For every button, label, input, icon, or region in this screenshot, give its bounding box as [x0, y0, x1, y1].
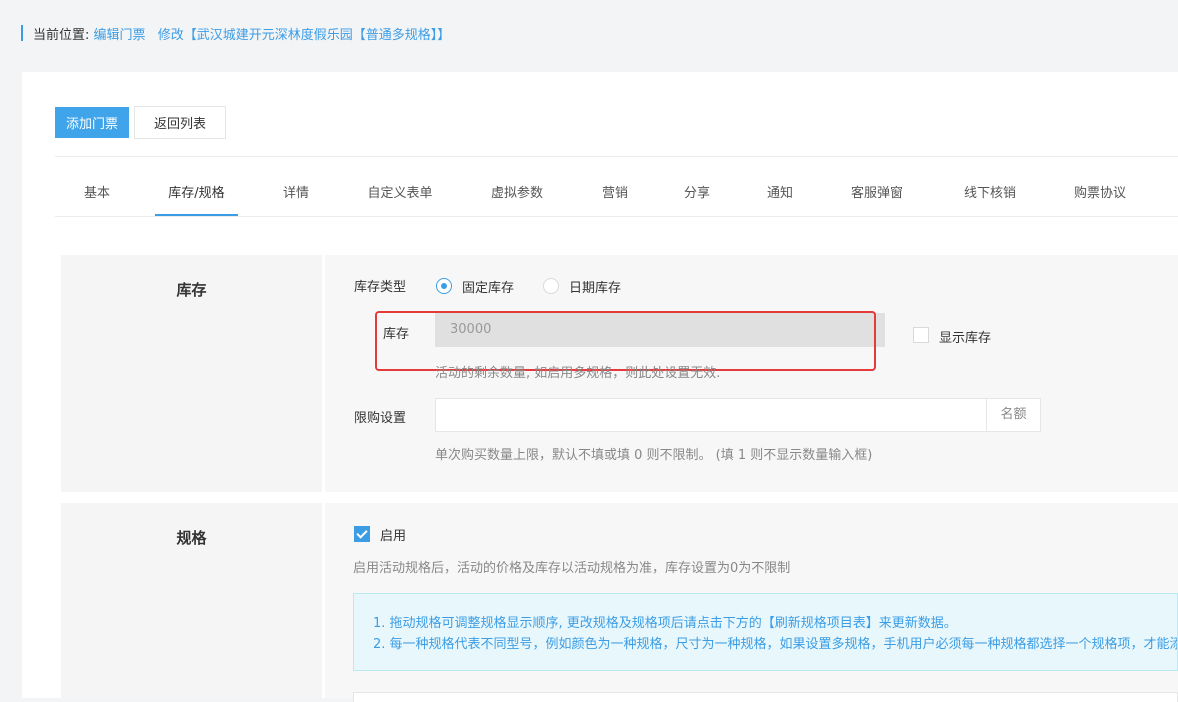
breadcrumb-current[interactable]: 修改【武汉城建开元深林度假乐园【普通多规格】】 — [158, 28, 451, 43]
tab-details[interactable]: 详情 — [268, 172, 324, 214]
back-to-list-button[interactable]: 返回列表 — [134, 106, 226, 139]
tab-bar: 基本 库存/规格 详情 自定义表单 虚拟参数 营销 分享 通知 客服弹窗 线下核… — [55, 172, 1178, 217]
purchase-limit-hint: 单次购买数量上限，默认不填或填 0 则不限制。 (填 1 则不显示数量输入框) — [435, 448, 873, 463]
stock-section-title: 库存 — [176, 281, 207, 299]
spec-note-2: 2. 每一种规格代表不同型号，例如颜色为一种规格，尺寸为一种规格，如果设置多规格… — [373, 637, 1177, 652]
show-stock-checkbox[interactable] — [913, 327, 929, 343]
tab-notify[interactable]: 通知 — [752, 172, 808, 214]
date-stock-label[interactable]: 日期库存 — [569, 277, 621, 296]
stock-section-header: 库存 — [61, 255, 322, 492]
stock-hint: 活动的剩余数量, 如启用多规格，则此处设置无效. — [435, 366, 721, 381]
tab-marketing[interactable]: 营销 — [587, 172, 643, 214]
radio-date-stock[interactable] — [543, 278, 559, 294]
purchase-limit-label: 限购设置 — [354, 411, 407, 426]
spec-note-1: 1. 拖动规格可调整规格显示顺序, 更改规格及规格项后请点击下方的【刷新规格项目… — [373, 616, 957, 631]
enable-spec-checkbox[interactable] — [354, 526, 370, 542]
breadcrumb: 当前位置: 编辑门票 修改【武汉城建开元深林度假乐园【普通多规格】】 — [33, 24, 450, 43]
tab-virtual-params[interactable]: 虚拟参数 — [479, 172, 555, 214]
tab-stock-spec[interactable]: 库存/规格 — [155, 172, 238, 216]
breadcrumb-label: 当前位置: — [33, 28, 90, 43]
show-stock-label[interactable]: 显示库存 — [939, 327, 991, 346]
tab-offline-verify[interactable]: 线下核销 — [950, 172, 1030, 214]
breadcrumb-link-edit[interactable]: 编辑门票 — [94, 28, 146, 43]
enable-spec-label[interactable]: 启用 — [380, 525, 406, 544]
breadcrumb-bar: 当前位置: 编辑门票 修改【武汉城建开元深林度假乐园【普通多规格】】 — [0, 0, 1178, 72]
breadcrumb-marker — [21, 25, 23, 41]
tab-service-popup[interactable]: 客服弹窗 — [837, 172, 917, 214]
tab-basic[interactable]: 基本 — [69, 172, 125, 214]
radio-fixed-stock[interactable] — [436, 278, 452, 294]
fixed-stock-label[interactable]: 固定库存 — [462, 277, 514, 296]
purchase-limit-input[interactable] — [435, 398, 987, 432]
tab-purchase-agreement[interactable]: 购票协议 — [1060, 172, 1140, 214]
spec-hint: 启用活动规格后，活动的价格及库存以活动规格为准，库存设置为0为不限制 — [353, 561, 791, 576]
limit-unit-addon: 名额 — [986, 398, 1041, 432]
tab-share[interactable]: 分享 — [669, 172, 725, 214]
stock-type-label: 库存类型 — [354, 280, 407, 295]
spec-section-header: 规格 — [61, 503, 322, 698]
spec-notes-box: 1. 拖动规格可调整规格显示顺序, 更改规格及规格项后请点击下方的【刷新规格项目… — [353, 593, 1178, 671]
divider — [55, 156, 1178, 157]
add-ticket-button[interactable]: 添加门票 — [55, 107, 129, 138]
tab-custom-form[interactable]: 自定义表单 — [357, 172, 443, 214]
spec-section-title: 规格 — [176, 529, 207, 547]
spec-table-edge — [353, 692, 1178, 702]
